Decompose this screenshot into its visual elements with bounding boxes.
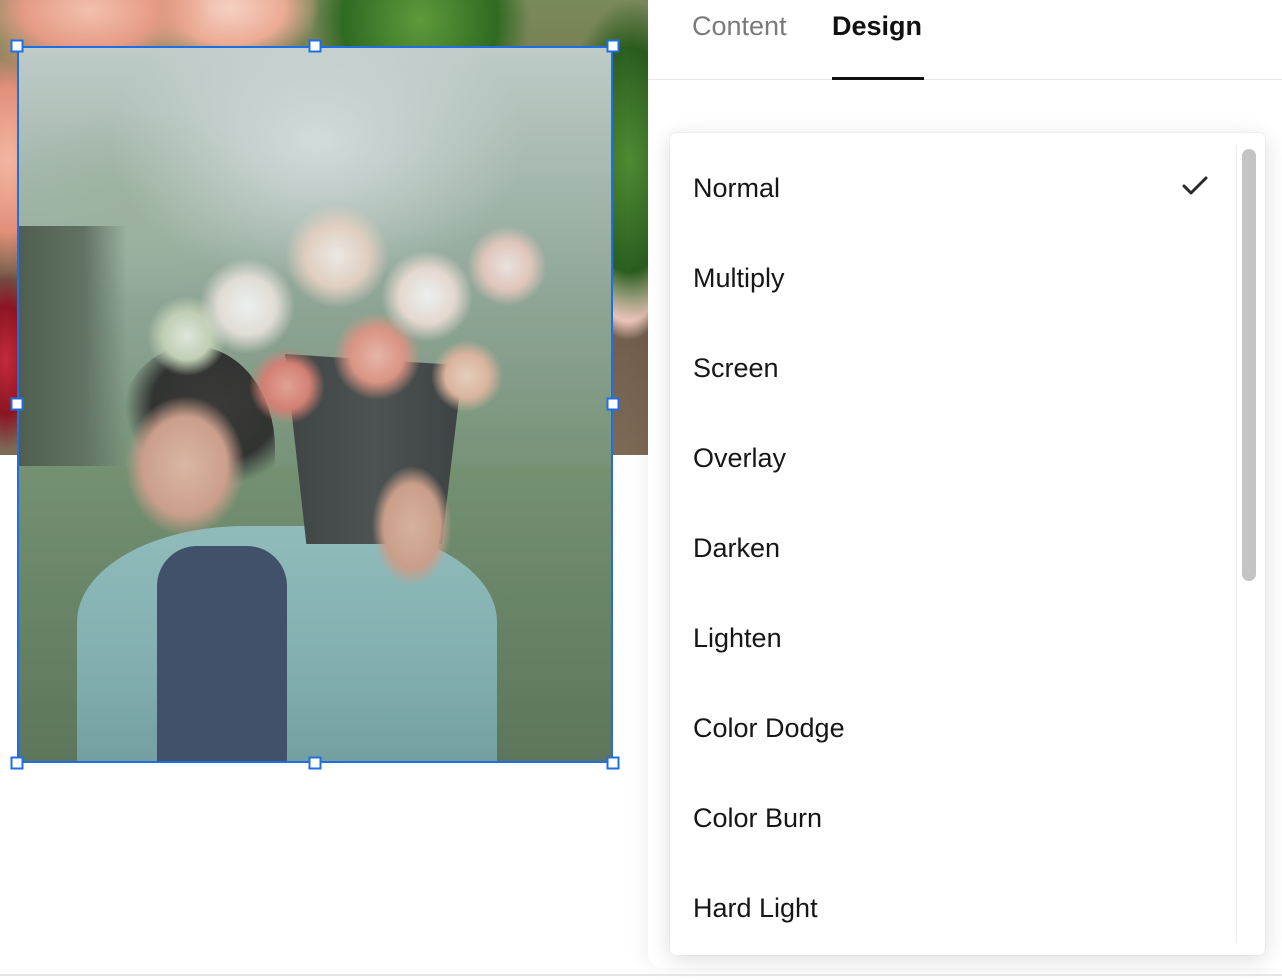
- photo-overlay-tint: [17, 46, 613, 763]
- dropdown-scrollbar[interactable]: [1236, 145, 1256, 943]
- option-label: Color Dodge: [693, 713, 845, 743]
- blend-option-normal[interactable]: Normal: [670, 133, 1236, 223]
- checkmark-icon: [1182, 176, 1208, 195]
- option-label: Hard Light: [693, 893, 818, 923]
- blend-option-color-dodge[interactable]: Color Dodge: [670, 673, 1236, 763]
- selected-photo[interactable]: [17, 46, 613, 763]
- tab-content[interactable]: Content: [692, 8, 787, 80]
- bottom-divider: [0, 974, 1282, 976]
- option-label: Screen: [693, 353, 779, 383]
- resize-handle-bottom[interactable]: [308, 756, 322, 770]
- blend-option-screen[interactable]: Screen: [670, 313, 1236, 403]
- active-tab-indicator: [832, 77, 925, 80]
- editor-stage: Content Design Normal Multiply Screen Ov…: [0, 0, 1282, 980]
- tab-content-label: Content: [692, 11, 787, 41]
- blend-option-color-burn[interactable]: Color Burn: [670, 763, 1236, 853]
- blend-option-lighten[interactable]: Lighten: [670, 583, 1236, 673]
- option-label: Color Burn: [693, 803, 823, 833]
- resize-handle-left[interactable]: [10, 397, 24, 411]
- option-label: Multiply: [693, 263, 785, 293]
- blend-option-overlay[interactable]: Overlay: [670, 403, 1236, 493]
- tab-design-label: Design: [832, 11, 923, 41]
- blend-option-hard-light[interactable]: Hard Light: [670, 853, 1236, 943]
- panel-tabs: Content Design: [648, 0, 1282, 80]
- option-label: Overlay: [693, 443, 787, 473]
- option-label: Lighten: [693, 623, 782, 653]
- resize-handle-right[interactable]: [606, 397, 620, 411]
- resize-handle-top[interactable]: [308, 39, 322, 53]
- resize-handle-bottom-left[interactable]: [10, 756, 24, 770]
- design-panel: Content Design Normal Multiply Screen Ov…: [648, 0, 1282, 968]
- blend-mode-dropdown: Normal Multiply Screen Overlay Darken Li…: [670, 133, 1265, 955]
- option-label: Darken: [693, 533, 781, 563]
- blend-option-multiply[interactable]: Multiply: [670, 223, 1236, 313]
- option-label: Normal: [693, 173, 781, 203]
- resize-handle-bottom-right[interactable]: [606, 756, 620, 770]
- blend-option-darken[interactable]: Darken: [670, 493, 1236, 583]
- tab-design[interactable]: Design: [832, 8, 925, 80]
- resize-handle-top-right[interactable]: [606, 39, 620, 53]
- resize-handle-top-left[interactable]: [10, 39, 24, 53]
- scrollbar-thumb[interactable]: [1242, 149, 1256, 581]
